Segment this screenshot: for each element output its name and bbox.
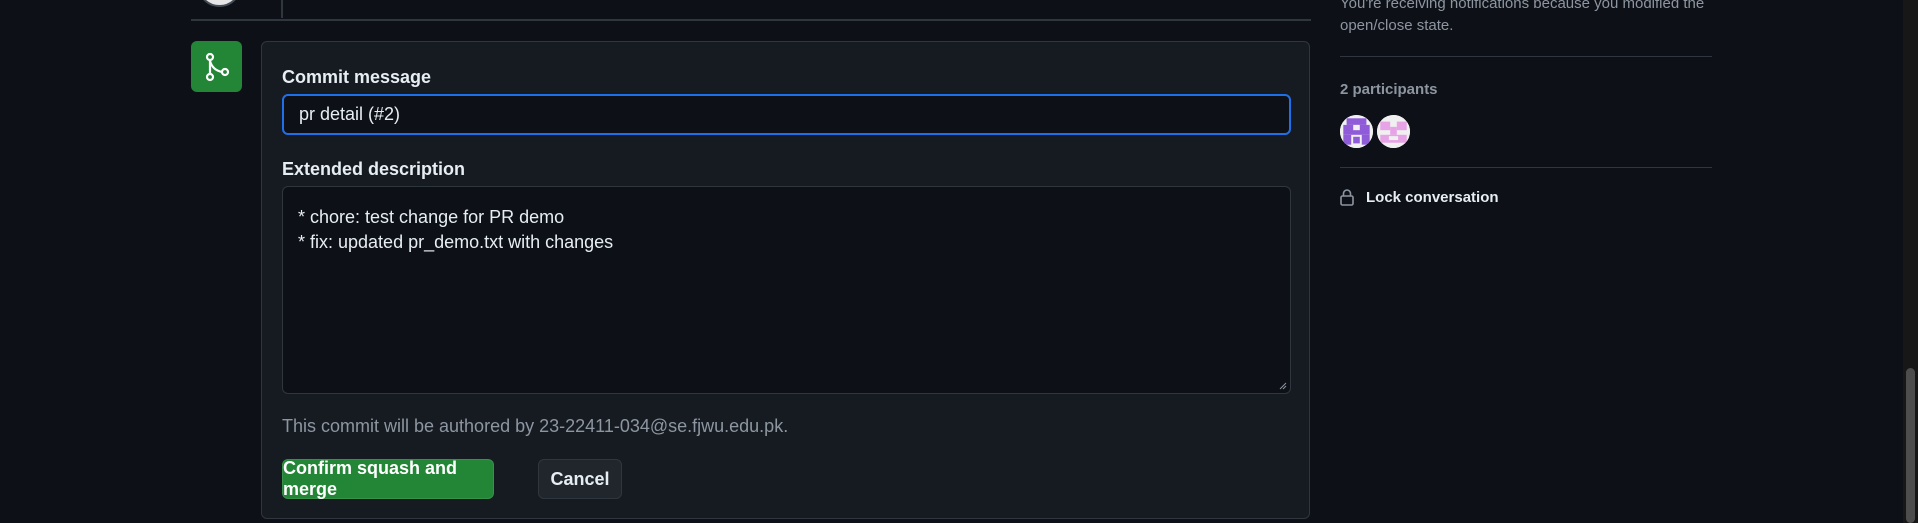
extended-description-textarea[interactable]: * chore: test change for PR demo * fix: …: [282, 186, 1291, 394]
lock-conversation-label: Lock conversation: [1366, 189, 1499, 206]
page-scrollbar-thumb[interactable]: [1906, 368, 1915, 523]
lock-conversation-link[interactable]: Lock conversation: [1340, 189, 1499, 206]
resize-grip-icon[interactable]: [1279, 382, 1287, 390]
participant-avatar[interactable]: [1340, 115, 1373, 148]
commit-author-note: This commit will be authored by 23-22411…: [282, 416, 789, 436]
timeline-avatar: [197, 0, 242, 7]
participants-title: 2 participants: [1340, 81, 1438, 98]
sidebar-divider: [1340, 56, 1712, 57]
notification-reason-text: You're receiving notifications because y…: [1340, 0, 1705, 34]
participant-avatar[interactable]: [1377, 115, 1410, 148]
merge-form: Commit message Extended description * ch…: [261, 41, 1310, 519]
description-line: * fix: updated pr_demo.txt with changes: [298, 232, 614, 252]
timeline-line: [281, 0, 283, 18]
sidebar: You're receiving notifications because y…: [1340, 0, 1712, 523]
confirm-squash-merge-button[interactable]: Confirm squash and merge: [282, 458, 494, 499]
git-merge-icon: [191, 41, 242, 92]
timeline-divider: [191, 19, 1311, 21]
cancel-button[interactable]: Cancel: [538, 459, 622, 499]
commit-message-label: Commit message: [282, 67, 432, 87]
extended-description-label: Extended description: [282, 159, 466, 179]
commit-message-input[interactable]: [282, 94, 1291, 135]
lock-icon: [1340, 189, 1354, 206]
sidebar-divider: [1340, 167, 1712, 168]
description-line: * chore: test change for PR demo: [298, 207, 565, 227]
